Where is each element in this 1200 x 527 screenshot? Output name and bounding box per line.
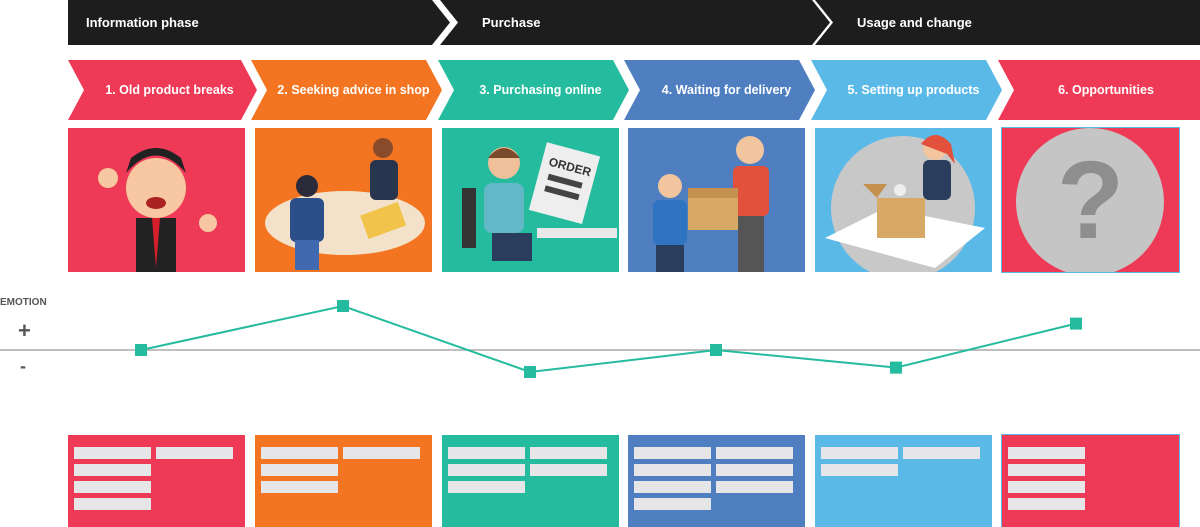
notes-card-5 bbox=[815, 435, 992, 527]
phase-2: Purchase bbox=[440, 0, 830, 45]
text-placeholder bbox=[716, 481, 793, 493]
text-placeholder bbox=[343, 447, 420, 459]
text-placeholder bbox=[448, 481, 525, 493]
phase-1: Information phase bbox=[68, 0, 450, 45]
notes-card-3 bbox=[442, 435, 619, 527]
text-placeholder bbox=[530, 464, 607, 476]
illustration-frustrated-man bbox=[68, 128, 245, 272]
text-placeholder bbox=[74, 498, 151, 510]
phase-3: Usage and change bbox=[815, 0, 1200, 45]
emotion-point-4 bbox=[710, 344, 722, 356]
text-placeholder bbox=[1008, 447, 1085, 459]
step-4: 4. Waiting for delivery bbox=[624, 60, 815, 120]
text-placeholder bbox=[261, 464, 338, 476]
notes-card-2 bbox=[255, 435, 432, 527]
illustration-shop-counter bbox=[255, 128, 432, 272]
text-placeholder bbox=[1008, 498, 1085, 510]
text-placeholder bbox=[156, 447, 233, 459]
text-placeholder bbox=[1008, 464, 1085, 476]
illustration-unboxing bbox=[815, 128, 992, 272]
text-placeholder bbox=[261, 481, 338, 493]
notes-card-4 bbox=[628, 435, 805, 527]
emotion-point-2 bbox=[337, 300, 349, 312]
text-placeholder bbox=[74, 447, 151, 459]
illustration-computer-order: ORDER bbox=[442, 128, 619, 272]
emotion-point-1 bbox=[135, 344, 147, 356]
step-label: 6. Opportunities bbox=[1058, 83, 1154, 97]
text-placeholder bbox=[634, 481, 711, 493]
step-label: 5. Setting up products bbox=[847, 83, 980, 97]
text-placeholder bbox=[716, 447, 793, 459]
step-label: 1. Old product breaks bbox=[105, 83, 234, 97]
text-placeholder bbox=[634, 447, 711, 459]
illustration-package-delivery bbox=[628, 128, 805, 272]
text-placeholder bbox=[261, 447, 338, 459]
emotion-line bbox=[140, 304, 1077, 374]
emotion-point-5 bbox=[890, 361, 902, 374]
step-6: 6. Opportunities bbox=[998, 60, 1200, 120]
emotion-point-6 bbox=[1070, 317, 1082, 330]
text-placeholder bbox=[74, 481, 151, 493]
step-5: 5. Setting up products bbox=[811, 60, 1002, 120]
text-placeholder bbox=[903, 447, 980, 459]
text-placeholder bbox=[821, 447, 898, 459]
text-placeholder bbox=[634, 498, 711, 510]
notes-card-6 bbox=[1001, 434, 1180, 527]
step-3: 3. Purchasing online bbox=[438, 60, 629, 120]
text-placeholder bbox=[448, 464, 525, 476]
step-2: 2. Seeking advice in shop bbox=[251, 60, 442, 120]
text-placeholder bbox=[716, 464, 793, 476]
step-label: 2. Seeking advice in shop bbox=[277, 83, 430, 97]
phase-label: Information phase bbox=[86, 15, 199, 30]
text-placeholder bbox=[634, 464, 711, 476]
text-placeholder bbox=[1008, 481, 1085, 493]
text-placeholder bbox=[74, 464, 151, 476]
emotion-chart bbox=[0, 300, 1200, 378]
notes-card-1 bbox=[68, 435, 245, 527]
step-label: 4. Waiting for delivery bbox=[661, 83, 792, 97]
illustration-question-mark: ? bbox=[1001, 127, 1180, 273]
text-placeholder bbox=[821, 464, 898, 476]
phase-label: Purchase bbox=[482, 15, 541, 30]
text-placeholder bbox=[530, 447, 607, 459]
emotion-point-3 bbox=[524, 366, 536, 378]
question-mark: ? bbox=[1056, 138, 1125, 262]
step-label: 3. Purchasing online bbox=[479, 83, 602, 97]
phase-label: Usage and change bbox=[857, 15, 972, 30]
step-1: 1. Old product breaks bbox=[68, 60, 257, 120]
text-placeholder bbox=[448, 447, 525, 459]
